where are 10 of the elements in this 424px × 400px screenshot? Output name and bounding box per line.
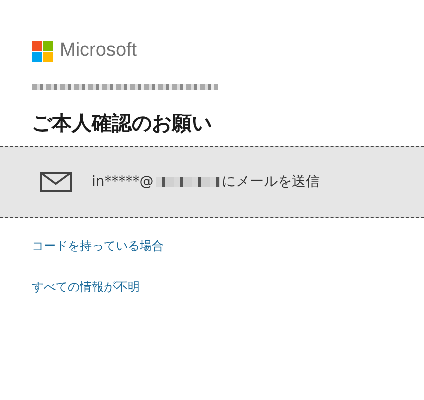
option-text: in*****@: [92, 174, 154, 190]
contact-option[interactable]: in*****@ にメールを送信: [0, 146, 424, 218]
brand-name: Microsoft: [60, 40, 138, 62]
envelope-icon: [40, 172, 72, 192]
page-title: ご本人確認のお願い: [32, 110, 213, 137]
logo-icon: [32, 40, 53, 62]
link[interactable]: すべての情報が不明: [32, 279, 140, 296]
link[interactable]: コードを持っている場合: [32, 238, 164, 255]
redacted-text: [156, 177, 220, 187]
option-text: にメールを送信: [222, 173, 320, 191]
